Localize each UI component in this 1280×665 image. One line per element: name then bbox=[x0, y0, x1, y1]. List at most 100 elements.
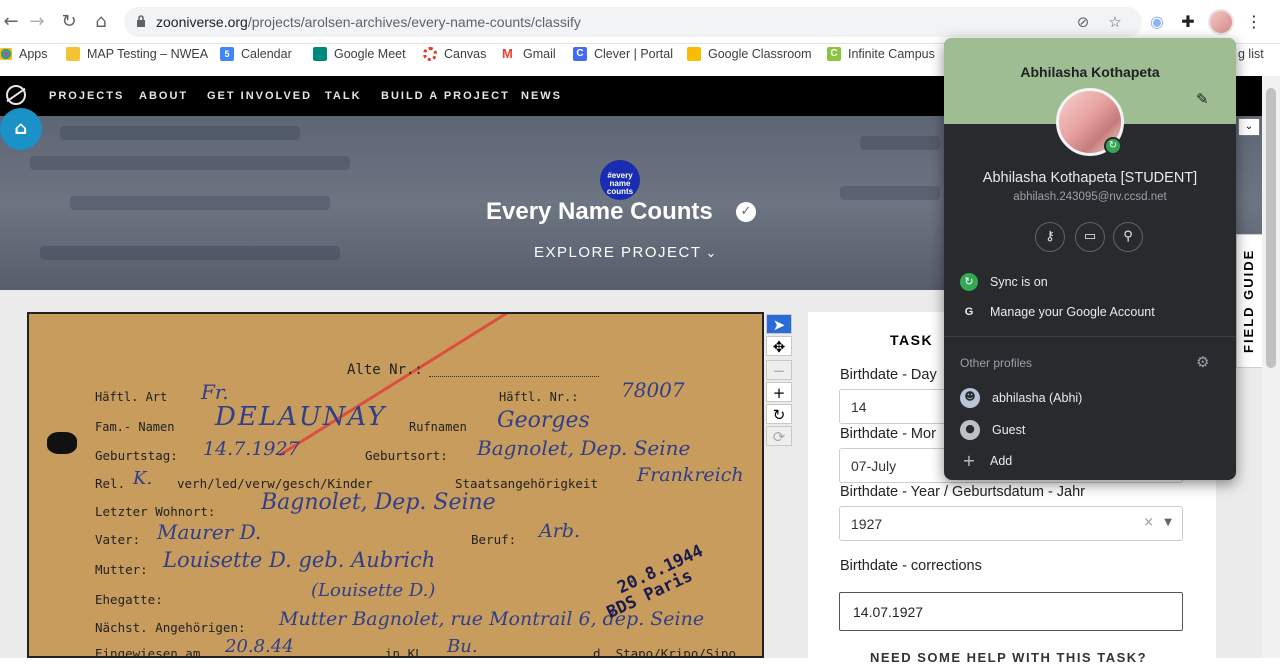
payment-card-icon[interactable]: ▭ bbox=[1075, 222, 1105, 252]
dropdown-arrow-icon[interactable]: ▼ bbox=[1164, 517, 1172, 528]
image-toolbar: ➤ ✥ − + ↻ ⟳ bbox=[766, 312, 794, 658]
bookmark-map-testing[interactable]: MAP Testing – NWEA bbox=[66, 47, 208, 61]
reload-icon[interactable]: ↻ bbox=[58, 11, 80, 33]
menu-kebab-icon[interactable]: ⋮ bbox=[1243, 11, 1265, 33]
manage-account-text: Manage your Google Account bbox=[990, 305, 1155, 319]
field-label-corrections: Birthdate - corrections bbox=[840, 558, 982, 574]
url-text: zooniverse.org/projects/arolsen-archives… bbox=[156, 14, 581, 30]
birthdate-month-value: 07-July bbox=[851, 458, 897, 474]
tracking-blocked-icon[interactable]: ⊘ bbox=[1074, 13, 1092, 31]
gear-icon[interactable]: ⚙ bbox=[1196, 353, 1209, 371]
doc-hand-rufname: Georges bbox=[497, 408, 590, 433]
profile-avatar-button[interactable] bbox=[1208, 9, 1234, 35]
field-guide-tab[interactable]: FIELD GUIDE bbox=[1236, 234, 1262, 368]
project-avatar[interactable]: #every name counts bbox=[600, 160, 640, 200]
address-bar[interactable]: zooniverse.org/projects/arolsen-archives… bbox=[124, 7, 1142, 37]
doc-hand-rel: K. bbox=[133, 468, 153, 489]
clear-icon[interactable]: × bbox=[1143, 515, 1154, 530]
doc-label-haftl-art: Häftl. Art bbox=[95, 390, 168, 404]
doc-hand-mutter: Louisette D. geb. Aubrich bbox=[163, 548, 436, 572]
pan-tool-icon[interactable]: ✥ bbox=[766, 336, 792, 356]
doc-label-verh: verh/led/verw/gesch/Kinder bbox=[177, 476, 373, 491]
zooniverse-logo-icon[interactable] bbox=[6, 85, 26, 105]
rotate-icon[interactable]: ↻ bbox=[766, 404, 792, 424]
zoom-in-icon[interactable]: + bbox=[766, 382, 792, 402]
profile-item-abhi[interactable]: ☻ abhilasha (Abhi) bbox=[960, 388, 1082, 408]
verified-check-icon: ✓ bbox=[736, 202, 756, 222]
bookmark-gmail[interactable]: M Gmail bbox=[502, 47, 556, 61]
passwords-key-icon[interactable]: ⚷ bbox=[1035, 222, 1065, 252]
doc-hand-geburtsort: Bagnolet, Dep. Seine bbox=[477, 436, 691, 460]
bookmark-overflow[interactable]: g list bbox=[1238, 47, 1264, 61]
back-icon[interactable]: ← bbox=[0, 11, 22, 33]
punch-hole bbox=[47, 432, 77, 454]
reset-view-icon[interactable]: ⟳ bbox=[766, 426, 792, 446]
doc-hand-nachst: Mutter Bagnolet, rue Montrail 6, dep. Se… bbox=[279, 608, 705, 630]
bookmark-apps[interactable]: Apps bbox=[0, 47, 48, 61]
doc-label-geburtsort: Geburtsort: bbox=[365, 448, 448, 463]
bookmark-canvas[interactable]: Canvas bbox=[423, 47, 486, 61]
tab-task[interactable]: TASK bbox=[890, 332, 933, 348]
chevron-down-icon: ⌄ bbox=[705, 246, 718, 261]
nav-get-involved[interactable]: GET INVOLVED bbox=[207, 90, 312, 102]
folder-icon bbox=[66, 47, 80, 61]
clever-icon: C bbox=[573, 47, 587, 61]
hero-background-texture bbox=[70, 196, 330, 210]
doc-dotted-line bbox=[429, 376, 599, 377]
profile-item-guest[interactable]: ● Guest bbox=[960, 420, 1025, 440]
birthdate-corrections-input[interactable]: 14.07.1927 bbox=[839, 592, 1183, 631]
subject-image[interactable]: Alte Nr.: Häftl. Art Fr. Häftl. Nr.: 780… bbox=[27, 312, 764, 658]
hero-background-texture bbox=[40, 246, 340, 260]
chrome-profile-menu: Abhilasha Kothapeta ✎ ↻ Abhilasha Kothap… bbox=[944, 38, 1236, 480]
doc-hand-eingewiesen: 20.8.44 bbox=[225, 636, 294, 657]
nav-about[interactable]: ABOUT bbox=[139, 90, 188, 102]
doc-label-mutter: Mutter: bbox=[95, 562, 148, 577]
nav-projects[interactable]: PROJECTS bbox=[49, 90, 124, 102]
hero-background-texture bbox=[30, 156, 350, 170]
extensions-puzzle-icon[interactable]: ✚ bbox=[1177, 11, 1199, 33]
field-label-month: Birthdate - Mor bbox=[840, 426, 936, 442]
pointer-tool-icon[interactable]: ➤ bbox=[766, 314, 792, 334]
birthdate-year-select[interactable]: 1927 × ▼ bbox=[839, 506, 1183, 541]
bookmark-infinite-campus[interactable]: C Infinite Campus bbox=[827, 47, 935, 61]
bookmark-google-meet[interactable]: Google Meet bbox=[313, 47, 406, 61]
lock-icon bbox=[137, 15, 145, 27]
zoom-out-icon[interactable]: − bbox=[766, 360, 792, 380]
sync-status-row[interactable]: ↻ Sync is on bbox=[960, 273, 1048, 291]
hero-background-texture bbox=[840, 186, 940, 200]
sync-badge-icon: ↻ bbox=[1104, 137, 1122, 155]
hero-background-texture bbox=[60, 126, 300, 140]
bookmark-star-icon[interactable]: ☆ bbox=[1106, 13, 1124, 31]
edit-pencil-icon[interactable]: ✎ bbox=[1196, 90, 1209, 108]
doc-hand-beruf: Arb. bbox=[539, 520, 581, 542]
other-profiles-label: Other profiles bbox=[960, 356, 1033, 370]
profile-email: abhilash.243095@nv.ccsd.net bbox=[1013, 191, 1167, 203]
nav-talk[interactable]: TALK bbox=[325, 90, 362, 102]
nav-news[interactable]: NEWS bbox=[521, 90, 562, 102]
explore-project-button[interactable]: EXPLORE PROJECT ⌄ bbox=[534, 244, 718, 261]
scrollbar-thumb[interactable] bbox=[1266, 88, 1276, 368]
language-select-chevron-icon[interactable]: ⌄ bbox=[1238, 118, 1260, 136]
doc-label-rel: Rel. bbox=[95, 476, 126, 491]
doc-label-in-kl: in KL bbox=[385, 646, 423, 658]
classroom-extension-icon[interactable]: ⌂ bbox=[0, 108, 42, 150]
apps-grid-icon bbox=[0, 48, 12, 60]
project-title: Every Name Counts bbox=[486, 198, 713, 225]
grammarly-icon[interactable]: ◉ bbox=[1146, 11, 1168, 33]
guest-person-icon: ● bbox=[960, 420, 980, 440]
bookmark-clever[interactable]: C Clever | Portal bbox=[573, 47, 673, 61]
birthdate-corrections-value: 14.07.1927 bbox=[853, 604, 924, 620]
bookmark-google-classroom[interactable]: Google Classroom bbox=[687, 47, 812, 61]
manage-account-row[interactable]: G Manage your Google Account bbox=[960, 303, 1155, 321]
page-scrollbar[interactable] bbox=[1262, 76, 1280, 658]
doc-hand-staat: Frankreich bbox=[637, 464, 744, 486]
doc-label-vater: Vater: bbox=[95, 532, 141, 547]
profile-item-add[interactable]: + Add bbox=[960, 452, 1012, 470]
profile-full-name: Abhilasha Kothapeta [STUDENT] bbox=[982, 170, 1198, 186]
doc-label-eingewiesen: Eingewiesen am bbox=[95, 646, 201, 658]
nav-build-a-project[interactable]: BUILD A PROJECT bbox=[381, 90, 510, 102]
forward-icon[interactable]: → bbox=[26, 11, 48, 33]
addresses-pin-icon[interactable]: ⚲ bbox=[1113, 222, 1143, 252]
bookmark-calendar[interactable]: 5 Calendar bbox=[220, 47, 292, 61]
home-icon[interactable]: ⌂ bbox=[90, 11, 112, 33]
